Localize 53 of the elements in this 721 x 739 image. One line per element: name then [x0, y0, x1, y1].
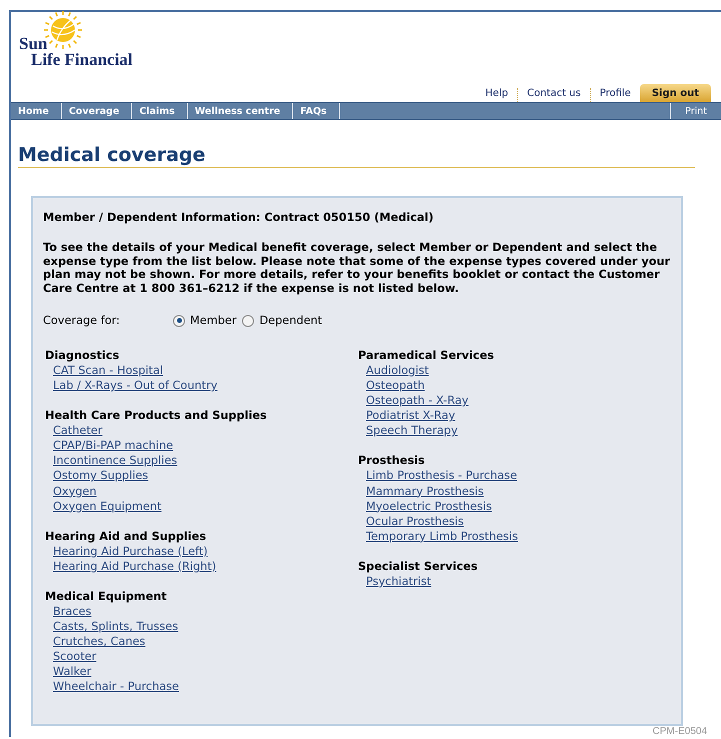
- sign-out-button[interactable]: Sign out: [640, 84, 711, 102]
- nav-tab[interactable]: Coverage: [62, 103, 132, 119]
- nav-tab[interactable]: Wellness centre: [188, 103, 294, 119]
- expense-link[interactable]: Osteopath - X-Ray: [366, 393, 468, 408]
- expense-link[interactable]: Catheter: [53, 423, 102, 438]
- expense-link[interactable]: Incontinence Supplies: [53, 453, 178, 468]
- section-heading: Specialist Services: [358, 558, 478, 574]
- expense-link[interactable]: Mammary Prosthesis: [366, 484, 484, 499]
- section-heading: Paramedical Services: [358, 348, 494, 363]
- expense-link[interactable]: Walker: [53, 664, 92, 680]
- nav-tab[interactable]: FAQs: [293, 103, 340, 119]
- expense-link[interactable]: Podiatrist X-Ray: [366, 408, 456, 424]
- logo-text: Life Financial: [31, 50, 134, 70]
- expense-link[interactable]: Myoelectric Prosthesis: [366, 498, 492, 514]
- section-heading: Medical Equipment: [45, 588, 167, 604]
- expense-link[interactable]: Osteopath: [366, 378, 425, 394]
- radio-label[interactable]: Member: [190, 314, 236, 327]
- expense-link[interactable]: Hearing Aid Purchase (Left): [53, 544, 208, 559]
- page-title: Medical coverage: [18, 144, 695, 168]
- expense-link[interactable]: Limb Prosthesis - Purchase: [366, 468, 518, 484]
- radio-label[interactable]: Dependent: [259, 314, 322, 327]
- expense-link[interactable]: Lab / X-Rays - Out of Country: [53, 378, 218, 394]
- section-heading: Diagnostics: [45, 348, 120, 363]
- section-heading: Health Care Products and Supplies: [45, 408, 267, 424]
- expense-link[interactable]: CAT Scan - Hospital: [53, 363, 164, 378]
- expense-link[interactable]: Hearing Aid Purchase (Right): [53, 558, 216, 574]
- nav-tab[interactable]: Claims: [132, 103, 188, 119]
- radio-button[interactable]: [242, 314, 254, 326]
- radio-button[interactable]: [173, 314, 185, 326]
- expense-link[interactable]: Speech Therapy: [366, 423, 458, 438]
- intro-paragraph: To see the details of your Medical benefit coverage, select Member or Dependent and select the expense type from the list below. Please note that some of the expense types covered under your plan may not be shown. For more details, refer to your benefits booklet or contact the Customer Care Centre at 1 800 361–6212 if the expense is not listed below.: [43, 241, 671, 295]
- expense-link[interactable]: Oxygen Equipment: [53, 498, 162, 514]
- expense-link[interactable]: Oxygen: [53, 484, 97, 499]
- expense-link[interactable]: Crutches, Canes: [53, 634, 146, 650]
- expense-link[interactable]: Ostomy Supplies: [53, 468, 148, 484]
- panel-heading: Member / Dependent Information: Contract 050150 (Medical): [43, 211, 435, 224]
- expense-link[interactable]: CPAP/Bi-PAP machine: [53, 438, 174, 454]
- expense-link[interactable]: Casts, Splints, Trusses: [53, 619, 178, 634]
- expense-link[interactable]: Scooter: [53, 649, 96, 664]
- nav-tab[interactable]: Home: [11, 103, 62, 119]
- expense-link[interactable]: Audiologist: [366, 363, 429, 378]
- section-heading: Prosthesis: [358, 453, 425, 468]
- section-heading: Hearing Aid and Supplies: [45, 528, 206, 544]
- print-link[interactable]: Print: [670, 103, 721, 119]
- expense-link[interactable]: Ocular Prosthesis: [366, 514, 464, 529]
- expense-link[interactable]: Psychiatrist: [366, 574, 432, 590]
- expense-link[interactable]: Temporary Limb Prosthesis: [366, 528, 518, 544]
- page-code: CPM-E0504: [652, 726, 707, 737]
- logo-text: Sun: [19, 34, 48, 53]
- coverage-label: Coverage for:: [43, 314, 121, 327]
- top-link[interactable]: Profile: [590, 88, 640, 102]
- expense-link[interactable]: Braces: [53, 604, 92, 620]
- expense-link[interactable]: Wheelchair - Purchase: [53, 679, 180, 694]
